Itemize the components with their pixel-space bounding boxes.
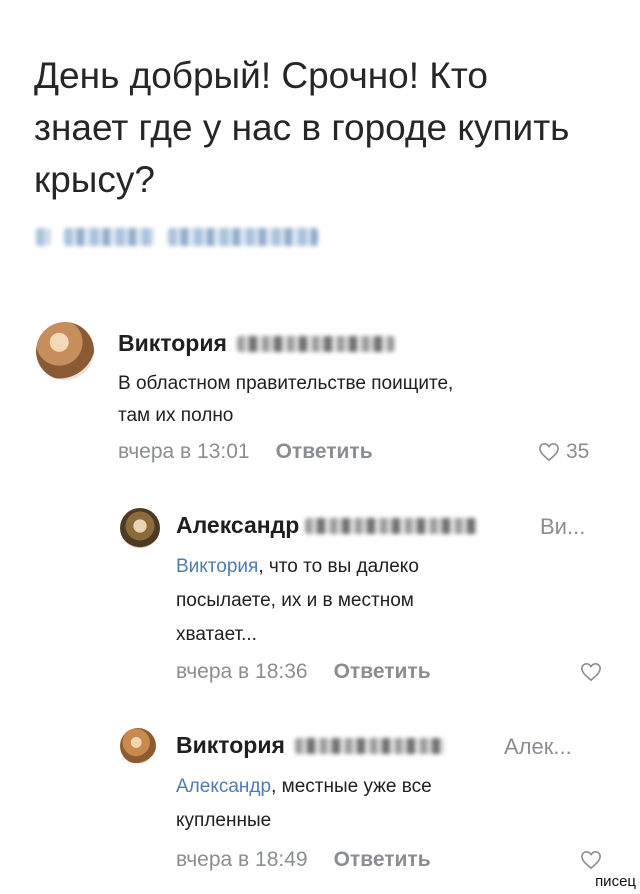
mention-link[interactable]: Александр [176, 776, 271, 797]
comment-text-line: купленные [176, 810, 272, 831]
like-count: 35 [566, 440, 590, 463]
like-button[interactable] [580, 662, 602, 682]
heart-outline-icon [539, 442, 559, 462]
comment-meta: вчера в 18:49 Ответить [176, 848, 431, 872]
comment-author[interactable]: Виктория [176, 732, 285, 759]
post-text-line: День добрый! Срочно! Кто [34, 55, 488, 96]
comment-meta: вчера в 13:01 Ответить [118, 440, 373, 464]
avatar[interactable] [120, 508, 160, 548]
avatar[interactable] [120, 728, 156, 764]
comment-time: вчера в 18:49 [176, 848, 308, 871]
watermark: писец [595, 873, 636, 890]
comment-text-line: Александр, местные уже все [176, 770, 432, 804]
blurred-surname [294, 737, 445, 754]
like-button[interactable]: 35 [538, 440, 589, 464]
comment-author[interactable]: Виктория [118, 330, 227, 357]
blurred-text [36, 228, 50, 246]
reply-button[interactable]: Ответить [276, 440, 373, 464]
post-text-line: знает где у нас в городе купить [34, 107, 570, 148]
comment-text-line: хватает... [176, 624, 257, 645]
comment-reply: Виктория Алек... Александр, местные уже … [120, 728, 620, 888]
post-text: День добрый! Срочно! Кто знает где у нас… [34, 50, 614, 206]
comment-time: вчера в 18:36 [176, 660, 308, 683]
comment-text-line: Виктория, что то вы далеко [176, 550, 419, 584]
reply-to-name[interactable]: Алек... [504, 734, 572, 760]
blurred-surname [236, 335, 395, 352]
reply-button[interactable]: Ответить [334, 660, 431, 684]
blurred-text [64, 228, 154, 246]
mention-link[interactable]: Виктория [176, 556, 258, 577]
post-author-link-blurred[interactable] [36, 228, 318, 246]
comment-header: Виктория [176, 732, 445, 759]
comment-text: В областном правительстве поищите, там и… [118, 368, 453, 432]
comment-reply: Александр Ви... Виктория, что то вы дале… [120, 508, 620, 698]
comment-header: Виктория [118, 330, 395, 357]
comment-text: Александр, местные уже все купленные [176, 770, 432, 838]
heart-outline-icon [581, 662, 601, 682]
comment-header: Александр [176, 512, 478, 539]
blurred-text [168, 228, 318, 246]
comment-text-fragment: , что то вы далеко [258, 556, 419, 577]
reply-to-name[interactable]: Ви... [540, 514, 585, 540]
comment-text-line: там их полно [118, 405, 234, 426]
comment: Виктория В областном правительстве поищи… [36, 322, 616, 472]
comment-text: Виктория, что то вы далеко посылаете, их… [176, 550, 419, 652]
comment-time: вчера в 13:01 [118, 440, 250, 463]
avatar[interactable] [36, 322, 94, 380]
like-button[interactable] [580, 850, 602, 870]
comment-text-fragment: , местные уже все [271, 776, 432, 797]
heart-outline-icon [581, 850, 601, 870]
comment-text-line: В областном правительстве поищите, [118, 373, 454, 394]
blurred-surname [305, 517, 478, 534]
comment-text-line: посылаете, их и в местном [176, 590, 414, 611]
post-text-line: крысу? [34, 159, 155, 200]
comment-meta: вчера в 18:36 Ответить [176, 660, 431, 684]
comment-author[interactable]: Александр [176, 512, 299, 539]
reply-button[interactable]: Ответить [334, 848, 431, 872]
